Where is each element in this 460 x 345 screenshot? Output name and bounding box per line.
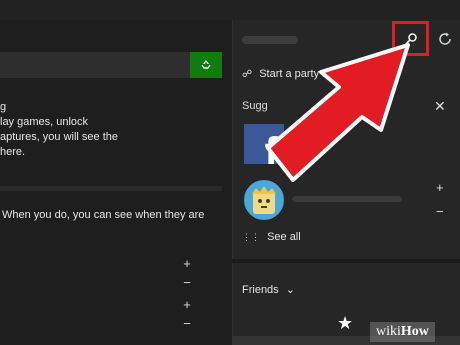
facebook-icon[interactable]: f xyxy=(244,124,284,164)
how-text: How xyxy=(400,324,429,339)
facebook-subtitle: nds xyxy=(292,147,307,157)
see-all-link[interactable]: ⋮⋮ See all xyxy=(242,231,301,243)
description-line: lay games, unlock xyxy=(0,116,89,128)
search-button[interactable] xyxy=(392,21,429,56)
remove-button[interactable]: − xyxy=(180,316,194,331)
dismiss-friend-button[interactable]: − xyxy=(436,204,444,219)
beta-badge: beta xyxy=(322,70,338,79)
close-icon[interactable]: ✕ xyxy=(434,98,446,115)
gamertag-input[interactable] xyxy=(0,52,222,78)
remove-button[interactable]: − xyxy=(180,275,194,290)
grid-icon: ⋮⋮ xyxy=(242,232,260,242)
party-icon: ☍ xyxy=(242,69,253,80)
title-strip xyxy=(0,0,460,20)
add-button[interactable]: + xyxy=(180,256,194,271)
description-line: g xyxy=(0,101,7,113)
recycle-icon xyxy=(201,60,211,69)
description-line: here. xyxy=(0,146,26,158)
facebook-title[interactable]: ccount xyxy=(292,131,324,143)
friends-dropdown[interactable]: Friends ⌄ xyxy=(242,283,295,296)
panel-header xyxy=(242,36,298,44)
friends-label: Friends xyxy=(242,284,279,296)
info-text: When you do, you can see when they are xyxy=(2,209,205,221)
find-button[interactable] xyxy=(190,52,222,78)
section-divider xyxy=(232,259,460,263)
chevron-down-icon: ⌄ xyxy=(285,284,295,296)
start-party-button[interactable]: ☍ Start a party beta xyxy=(242,68,338,80)
add-friend-button[interactable]: + xyxy=(436,180,444,195)
facebook-letter: f xyxy=(264,130,278,164)
section-divider xyxy=(0,186,222,191)
description-line: aptures, you will see the xyxy=(0,131,119,143)
refresh-icon[interactable] xyxy=(437,31,453,47)
suggested-friend-name xyxy=(292,196,402,202)
party-label: Start a party xyxy=(259,68,320,80)
suggestions-heading: Sugg xyxy=(242,100,268,112)
description-text: g lay games, unlock aptures, you will se… xyxy=(0,100,220,160)
search-icon xyxy=(404,32,417,45)
star-icon: ★ xyxy=(337,313,354,333)
avatar[interactable] xyxy=(244,180,284,220)
add-button[interactable]: + xyxy=(180,297,194,312)
avatar-image xyxy=(252,186,276,214)
see-all-label: See all xyxy=(267,231,301,243)
wikihow-watermark: wikiHow xyxy=(370,322,435,342)
wiki-text: wiki xyxy=(376,324,401,339)
